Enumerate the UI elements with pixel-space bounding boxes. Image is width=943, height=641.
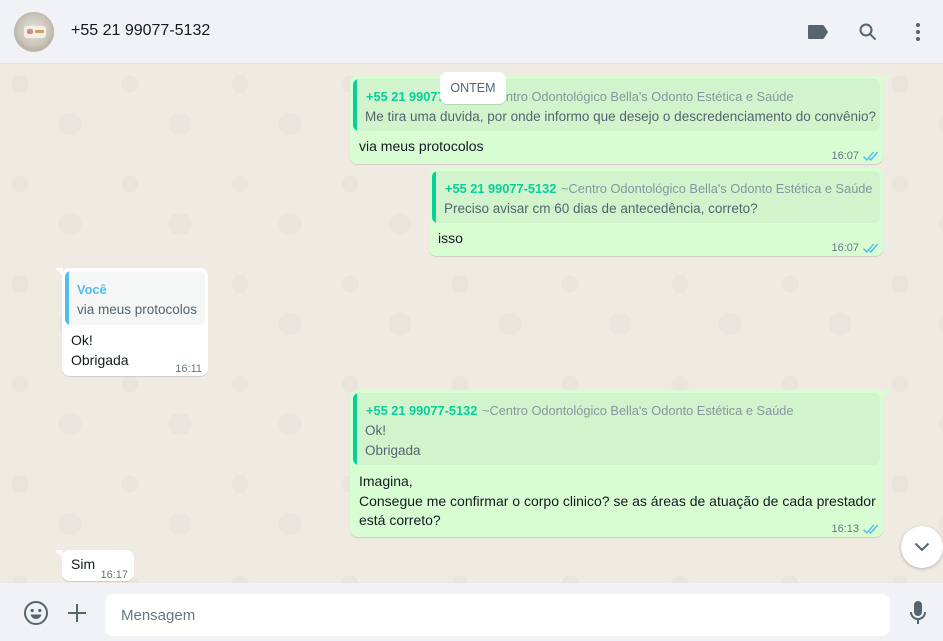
message-time: 16:13 [831, 523, 859, 535]
label-icon[interactable] [806, 20, 830, 44]
quote-sender: Você [77, 282, 107, 297]
message-meta: 16:17 [100, 566, 128, 583]
microphone-icon[interactable] [905, 600, 931, 626]
message-bubble-outgoing[interactable]: +55 21 99077-5132 ~Centro Odontológico B… [429, 168, 883, 256]
quote-group: ~Centro Odontológico Bella's Odonto Esté… [482, 403, 794, 418]
message-bubble-incoming[interactable]: Sim 16:17 [55, 550, 134, 583]
message-time: 16:07 [831, 242, 859, 254]
bubble-tail [55, 268, 63, 276]
contact-avatar[interactable] [14, 12, 54, 52]
search-icon[interactable] [856, 20, 880, 44]
avatar-logo [24, 26, 46, 38]
chat-header: +55 21 99077-5132 [0, 0, 943, 64]
bubble-tail [55, 550, 63, 558]
quoted-message[interactable]: +55 21 99077-5132 ~Centro Odontológico B… [353, 79, 880, 131]
message-composer [0, 583, 943, 641]
quote-bar [353, 393, 357, 465]
emoji-icon[interactable] [23, 600, 49, 626]
message-meta: 16:13 [831, 520, 878, 539]
quote-bar [65, 271, 69, 325]
scroll-to-bottom-button[interactable] [901, 526, 943, 568]
double-check-icon [863, 524, 878, 534]
message-text: isso [438, 230, 463, 246]
message-time: 16:07 [831, 150, 859, 162]
bubble-tail [882, 390, 890, 398]
quote-text: Ok! Obrigada [365, 423, 421, 458]
message-text: Imagina, Consegue me confirmar o corpo c… [359, 473, 876, 528]
quote-sender: +55 21 99077-5132 [366, 403, 478, 418]
quote-sender: +55 21 99077-5132 [445, 181, 557, 196]
quoted-message[interactable]: +55 21 99077-5132 ~Centro Odontológico B… [353, 393, 880, 465]
message-bubble-incoming[interactable]: Você via meus protocolos Ok! Obrigada 16… [55, 268, 208, 379]
quote-text: Preciso avisar cm 60 dias de antecedênci… [444, 201, 758, 216]
message-bubble-outgoing[interactable]: +55 21 99077-5132 ~Centro Odontológico B… [350, 390, 890, 539]
bubble-tail [882, 76, 890, 84]
attach-plus-icon[interactable] [64, 600, 90, 626]
quoted-message[interactable]: +55 21 99077-5132 ~Centro Odontológico B… [432, 171, 880, 223]
message-text: Sim [71, 556, 96, 572]
message-meta: 16:07 [831, 147, 878, 166]
message-time: 16:11 [175, 363, 202, 375]
message-time: 16:17 [100, 569, 128, 581]
message-text: via meus protocolos [359, 138, 484, 154]
quote-group: ~Centro Odontológico Bella's Odonto Esté… [561, 181, 873, 196]
chat-area[interactable]: +55 21 99077-5132 ~Centro Odontológico B… [0, 64, 943, 583]
message-text: Ok! Obrigada [71, 332, 129, 368]
contact-name[interactable]: +55 21 99077-5132 [71, 22, 210, 40]
date-separator: ONTEM [440, 72, 506, 104]
quoted-message[interactable]: Você via meus protocolos [65, 271, 205, 325]
double-check-icon [863, 151, 878, 161]
message-meta: 16:07 [831, 239, 878, 258]
quote-bar [432, 171, 436, 223]
quote-group: ~Centro Odontológico Bella's Odonto Esté… [482, 89, 794, 104]
quote-text: via meus protocolos [77, 302, 198, 317]
message-bubble-outgoing[interactable]: +55 21 99077-5132 ~Centro Odontológico B… [350, 76, 890, 166]
message-meta: 16:11 [175, 360, 202, 379]
message-input[interactable] [105, 594, 890, 636]
double-check-icon [863, 243, 878, 253]
chevron-down-icon [914, 542, 930, 552]
quote-bar [353, 79, 357, 131]
menu-icon[interactable] [906, 20, 930, 44]
quote-text: Me tira uma duvida, por onde informo que… [365, 109, 877, 124]
